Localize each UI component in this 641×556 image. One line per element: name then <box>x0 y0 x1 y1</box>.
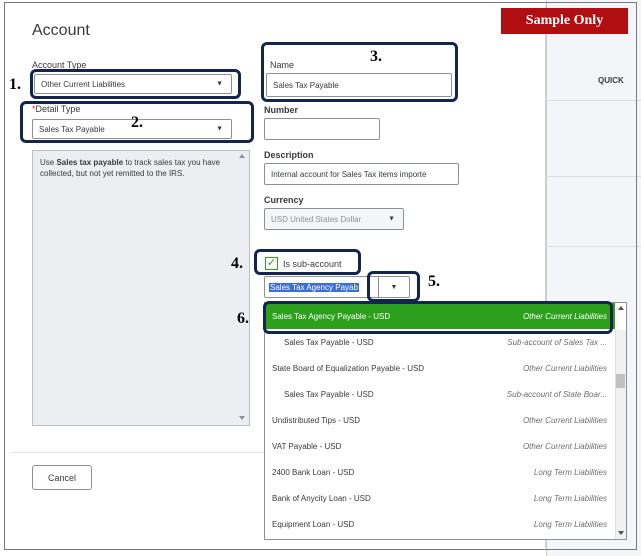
cancel-button[interactable]: Cancel <box>32 465 92 490</box>
dropdown-item[interactable]: 2400 Bank Loan - USD Long Term Liabilitie… <box>265 459 615 485</box>
callout-box-1 <box>30 69 241 99</box>
description-input[interactable]: Internal account for Sales Tax items imp… <box>264 163 459 185</box>
chevron-down-icon: ▼ <box>388 215 395 223</box>
callout-number-5: 5. <box>428 273 440 290</box>
scroll-down-icon[interactable] <box>617 529 625 537</box>
parent-account-value: Sales Tax Agency Payab <box>269 282 359 292</box>
dropdown-item-type: Long Term Liabilities <box>533 467 607 477</box>
detail-description-prefix: Use <box>40 158 57 167</box>
dropdown-item-name: Bank of Anycity Loan - USD <box>272 493 371 503</box>
sample-only-watermark: Sample Only <box>501 8 628 34</box>
callout-number-6: 6. <box>237 310 249 327</box>
dropdown-scrollbar[interactable] <box>615 330 626 539</box>
dropdown-item-name: Equipment Loan - USD <box>272 519 355 529</box>
callout-number-2: 2. <box>131 114 143 131</box>
dropdown-item-type: Long Term Liabilities <box>533 519 607 529</box>
dropdown-item-name: VAT Payable - USD <box>272 441 342 451</box>
number-input[interactable] <box>264 118 380 140</box>
description-value: Internal account for Sales Tax items imp… <box>271 169 427 179</box>
currency-label: Currency <box>264 195 304 205</box>
callout-box-4 <box>254 249 361 275</box>
callout-number-4: 4. <box>231 255 243 272</box>
dropdown-item-type: Long Term Liabilities <box>533 493 607 503</box>
footer-divider <box>10 452 264 453</box>
dropdown-item[interactable]: State Board of Equalization Payable - US… <box>265 355 615 381</box>
dropdown-item[interactable]: Bank of Anycity Loan - USD Long Term Liab… <box>265 485 615 511</box>
dropdown-item-name: Sales Tax Payable - USD <box>284 389 374 399</box>
detail-description: Use Sales tax payable to track sales tax… <box>40 157 236 179</box>
dropdown-item-type: Sub-account of Sales Tax ... <box>507 337 607 347</box>
dropdown-item[interactable]: Equipment Loan - USD Long Term Liabilitie… <box>265 511 615 537</box>
callout-box-5 <box>367 271 420 302</box>
dropdown-item[interactable]: Sales Tax Payable - USD Sub-account of St… <box>265 381 615 407</box>
scroll-up-icon[interactable] <box>617 304 625 312</box>
description-scrollbar[interactable] <box>236 152 248 424</box>
callout-box-3 <box>261 42 458 102</box>
dropdown-item-type: Sub-account of State Boar... <box>506 389 607 399</box>
callout-number-3: 3. <box>370 48 382 65</box>
currency-value: USD United States Dollar <box>271 214 362 224</box>
dropdown-item[interactable]: Undistributed Tips - USD Other Current Li… <box>265 407 615 433</box>
dropdown-scrollbar-thumb[interactable] <box>616 374 625 388</box>
dropdown-item-name: 2400 Bank Loan - USD <box>272 467 355 477</box>
detail-description-bold: Sales tax payable <box>56 158 124 167</box>
detail-description-box <box>32 150 250 426</box>
dialog-title: Account <box>32 22 90 39</box>
dropdown-item[interactable]: VAT Payable - USD Other Current Liabiliti… <box>265 433 615 459</box>
dropdown-item-type: Other Current Liabilities <box>522 363 607 373</box>
number-label: Number <box>264 105 299 115</box>
currency-select: USD United States Dollar ▼ <box>264 208 404 230</box>
dropdown-item-type: Other Current Liabilities <box>522 415 607 425</box>
dropdown-item-type: Other Current Liabilities <box>522 441 607 451</box>
description-label: Description <box>264 150 314 160</box>
callout-box-6 <box>263 301 613 334</box>
dropdown-item-name: Undistributed Tips - USD <box>272 415 361 425</box>
dropdown-item-name: State Board of Equalization Payable - US… <box>272 363 425 373</box>
dropdown-item-name: Sales Tax Payable - USD <box>284 337 374 347</box>
callout-number-1: 1. <box>9 76 21 93</box>
